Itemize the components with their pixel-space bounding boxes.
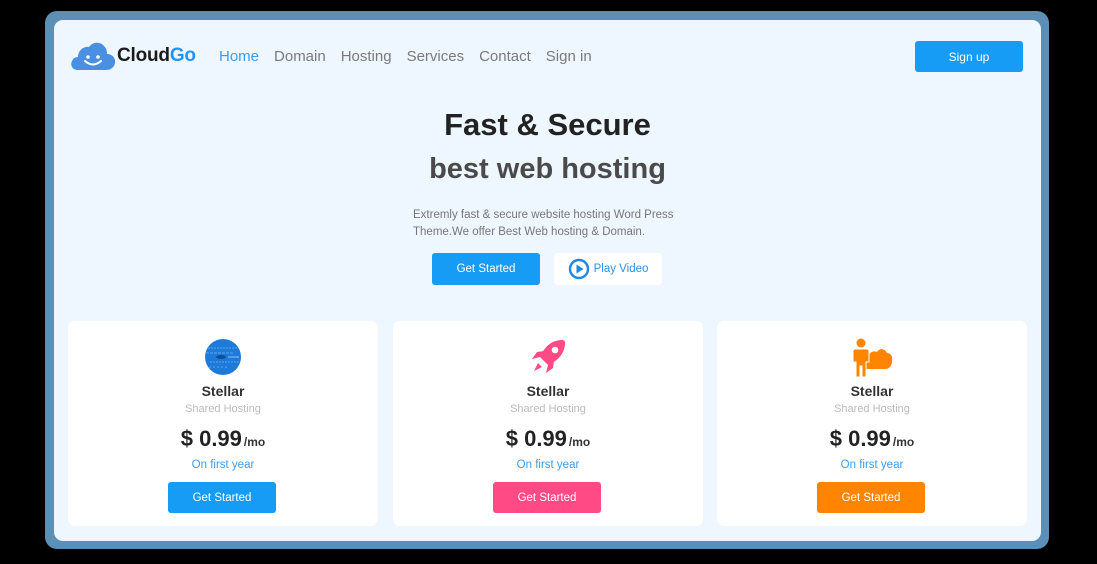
nav-contact[interactable]: Contact <box>479 48 531 65</box>
sign-up-button[interactable]: Sign up <box>915 41 1023 72</box>
plan-card: Stellar Shared Hosting $ 0.99/mo On firs… <box>717 321 1027 526</box>
logo[interactable]: CloudGo <box>70 40 196 72</box>
main-nav: Home Domain Hosting Services Contact Sig… <box>219 48 607 65</box>
hero-description: Extremly fast & secure website hosting W… <box>413 209 674 238</box>
play-circle-icon <box>568 258 589 280</box>
nav-sign-in[interactable]: Sign in <box>546 48 592 65</box>
plan-price-value: $ 0.99 <box>180 426 242 451</box>
smiling-cloud-icon <box>71 42 116 70</box>
plan-name: Stellar <box>850 383 894 399</box>
plan-name: Stellar <box>526 383 570 399</box>
plan-type: Shared Hosting <box>834 403 910 415</box>
play-video-button[interactable]: Play Video <box>554 253 662 285</box>
brand-name-part1: Cloud <box>117 45 170 66</box>
plan-price: $ 0.99/mo <box>717 426 1027 452</box>
hero-get-started-button[interactable]: Get Started <box>432 253 540 285</box>
plan-card: Stellar Shared Hosting $ 0.99/mo On firs… <box>393 321 703 526</box>
globe-icon <box>205 339 241 375</box>
plan-price: $ 0.99/mo <box>393 426 703 452</box>
plan-name: Stellar <box>201 383 245 399</box>
plan-type: Shared Hosting <box>510 403 586 415</box>
window-frame: CloudGo Home Domain Hosting Services Con… <box>45 11 1049 549</box>
nav-domain[interactable]: Domain <box>274 48 326 65</box>
plan-price-unit: /mo <box>568 435 591 449</box>
plan-get-started-button[interactable]: Get Started <box>493 482 601 513</box>
plan-card: Stellar Shared Hosting $ 0.99/mo On firs… <box>68 321 378 526</box>
plan-price-value: $ 0.99 <box>505 426 567 451</box>
hero-subtitle: best web hosting <box>429 153 666 185</box>
brand-name-part2: Go <box>169 45 196 66</box>
play-video-label: Play Video <box>593 263 649 275</box>
plan-term: On first year <box>516 459 580 471</box>
rocket-icon <box>532 340 565 373</box>
person-cloud-icon <box>852 338 893 378</box>
plan-type: Shared Hosting <box>185 403 261 415</box>
plan-price-value: $ 0.99 <box>829 426 891 451</box>
plan-price-unit: /mo <box>243 435 266 449</box>
brand-name: CloudGo <box>117 45 196 67</box>
hero-title: Fast & Secure <box>444 107 651 142</box>
plan-price-unit: /mo <box>892 435 915 449</box>
plan-term: On first year <box>191 459 255 471</box>
plan-price: $ 0.99/mo <box>68 426 378 452</box>
nav-services[interactable]: Services <box>407 48 465 65</box>
nav-hosting[interactable]: Hosting <box>341 48 392 65</box>
plan-get-started-button[interactable]: Get Started <box>817 482 925 513</box>
plan-term: On first year <box>840 459 904 471</box>
page-panel: CloudGo Home Domain Hosting Services Con… <box>54 20 1041 541</box>
nav-home[interactable]: Home <box>219 48 259 65</box>
plan-get-started-button[interactable]: Get Started <box>168 482 276 513</box>
